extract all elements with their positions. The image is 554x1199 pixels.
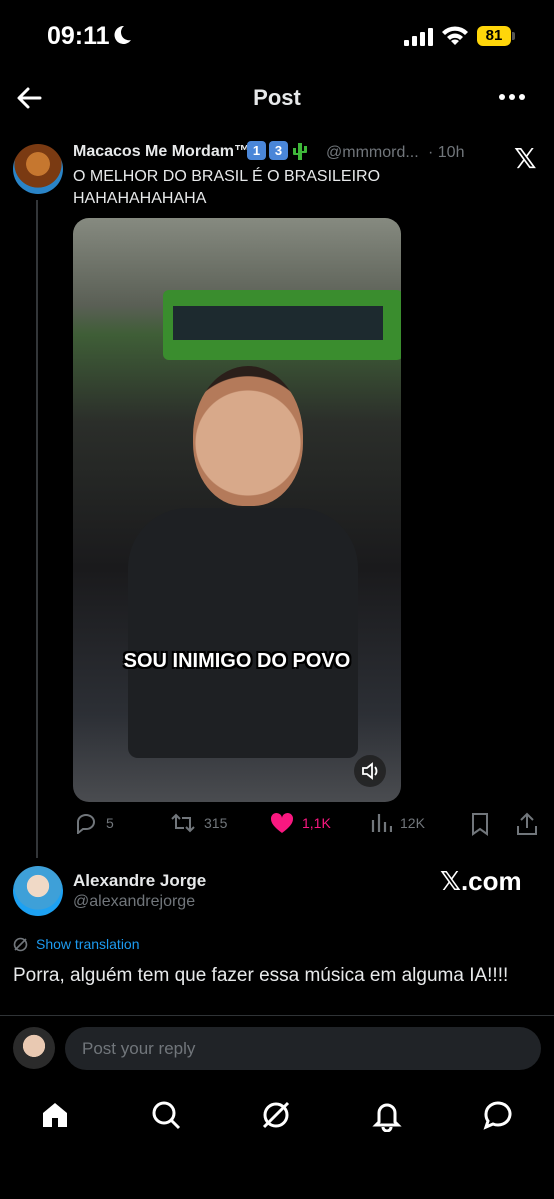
volume-button[interactable]	[354, 755, 386, 787]
heart-icon	[270, 812, 294, 833]
reply-author-handle[interactable]: @alexandrejorge	[73, 893, 195, 911]
video-media[interactable]: SOU INIMIGO DO POVO	[73, 218, 401, 802]
speaker-icon	[362, 762, 378, 780]
repost-count: 315	[204, 815, 228, 831]
reply-text: Porra, alguém tem que fazer essa música …	[13, 965, 509, 986]
thread-line	[36, 200, 38, 858]
battery-indicator: 81	[477, 26, 511, 46]
search-icon[interactable]	[149, 1098, 183, 1132]
keycap-badge: 1	[247, 141, 266, 160]
profile-emoji-badges: 1 3	[247, 141, 309, 161]
reply-author-name[interactable]: Alexandre Jorge	[73, 871, 206, 891]
bus-window-shape	[173, 306, 383, 340]
reply-input[interactable]	[65, 1027, 541, 1070]
page-title: Post	[253, 85, 301, 110]
cellular-signal-icon	[404, 28, 433, 46]
x-logo-icon: 𝕏	[514, 143, 537, 174]
views-icon	[371, 814, 392, 832]
moon-icon	[114, 25, 131, 44]
cactus-icon	[293, 143, 307, 160]
bookmark-icon[interactable]	[470, 812, 490, 836]
repost-action[interactable]: 315	[170, 812, 227, 834]
reply-icon	[77, 814, 95, 834]
post-time: · 10h	[428, 144, 465, 161]
translate-icon	[13, 937, 28, 951]
wifi-icon	[442, 26, 468, 45]
more-options-icon[interactable]	[498, 92, 526, 102]
message-bubble-icon[interactable]	[481, 1098, 515, 1132]
avatar[interactable]	[13, 144, 63, 194]
views-count: 12K	[400, 815, 425, 831]
repost-icon	[171, 813, 195, 833]
divider	[0, 1015, 554, 1016]
reply-count: 5	[106, 815, 114, 831]
show-translation-label: Show translation	[36, 936, 140, 952]
show-translation-link[interactable]: Show translation	[13, 936, 140, 952]
author-name[interactable]: Macacos Me Mordam™	[73, 143, 250, 161]
views-action[interactable]: 12K	[370, 812, 425, 834]
my-avatar[interactable]	[13, 1027, 55, 1069]
grok-icon[interactable]	[259, 1098, 293, 1132]
x-com-watermark: 𝕏.com	[440, 866, 522, 896]
bell-icon[interactable]	[370, 1098, 404, 1132]
like-count: 1,1K	[302, 815, 331, 831]
battery-tip	[512, 32, 515, 40]
home-icon[interactable]	[38, 1098, 72, 1132]
person-body-shape	[128, 508, 358, 758]
person-face-shape	[193, 366, 303, 506]
video-caption: SOU INIMIGO DO POVO	[123, 650, 351, 672]
status-time: 09:11	[47, 22, 110, 50]
author-handle[interactable]: @mmmord...	[326, 144, 419, 162]
keycap-badge: 3	[269, 141, 288, 160]
post-text: O MELHOR DO BRASIL É O BRASILEIRO HAHAHA…	[73, 168, 381, 207]
reply-action[interactable]: 5	[74, 812, 114, 834]
like-action[interactable]: 1,1K	[270, 812, 331, 834]
avatar[interactable]	[13, 866, 63, 916]
share-icon[interactable]	[516, 812, 538, 836]
